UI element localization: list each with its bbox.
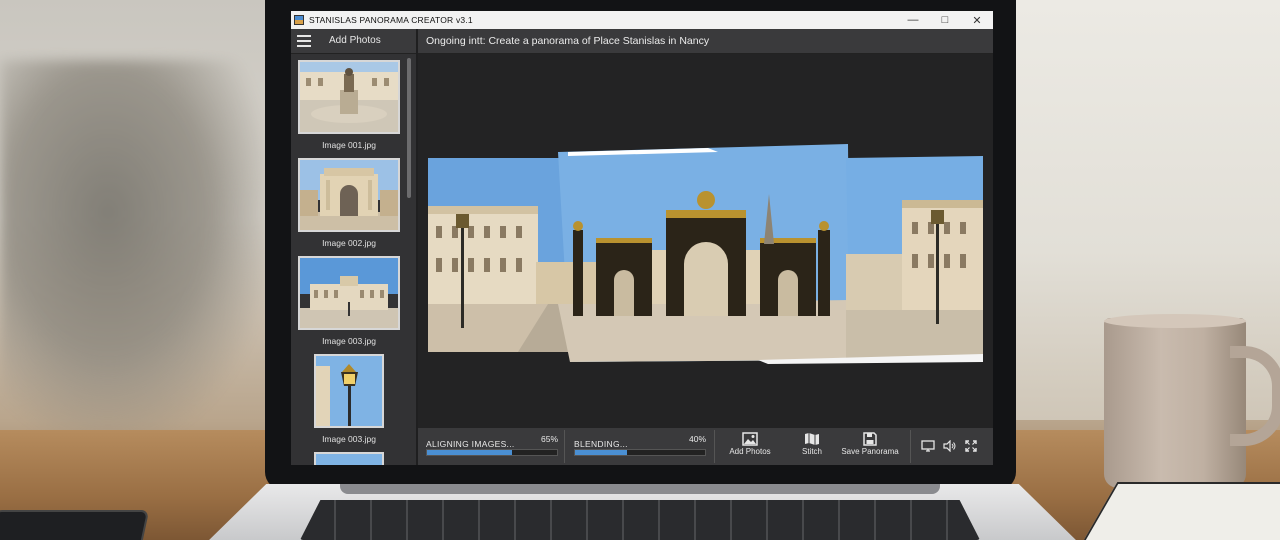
task-status-text: Ongoing intt: Create a panorama of Place…: [426, 35, 710, 47]
title-bar: STANISLAS PANORAMA CREATOR v3.1 — □ ✕: [291, 11, 993, 29]
add-photos-tab[interactable]: Add Photos: [329, 35, 381, 46]
panorama-preview[interactable]: [418, 54, 993, 428]
thumbnail-item[interactable]: Image 003.jpg: [298, 354, 400, 444]
map-icon: [805, 433, 819, 445]
stitch-label: Stitch: [801, 447, 822, 456]
save-panorama-button[interactable]: Save Panorama: [840, 432, 900, 456]
thumbnail-label: Image 001.jpg: [322, 140, 376, 150]
app-title: STANISLAS PANORAMA CREATOR v3.1: [309, 15, 473, 25]
thumbnail-item[interactable]: Image 003.jpg: [298, 256, 400, 346]
aligning-progress: ALIGNING IMAGES... 65%: [426, 434, 558, 456]
laptop-hinge: [340, 484, 940, 494]
close-icon[interactable]: ✕: [961, 11, 993, 29]
progress-fill: [427, 450, 512, 455]
thumbnail-item[interactable]: [298, 452, 400, 465]
save-panorama-label: Save Panorama: [841, 447, 899, 456]
hamburger-icon[interactable]: [297, 35, 311, 47]
add-photos-label: Add Photos: [729, 447, 771, 456]
blurred-background-left: [0, 60, 270, 440]
speaker-icon[interactable]: [943, 440, 957, 452]
photo-sidebar: Image 001.jpg Image 002.jpg Image 003.jp…: [291, 54, 416, 465]
app-window: STANISLAS PANORAMA CREATOR v3.1 — □ ✕ Ad…: [291, 11, 993, 465]
progress-percent: 65%: [540, 434, 558, 444]
coffee-mug: [1104, 318, 1246, 488]
stitch-button[interactable]: Stitch: [790, 432, 834, 456]
left-frame: [428, 158, 568, 352]
thumbnail-image[interactable]: [298, 158, 400, 232]
progress-track: [426, 449, 558, 456]
add-photos-button[interactable]: Add Photos: [723, 432, 777, 456]
thumbnail-label: Image 003.jpg: [322, 336, 376, 346]
thumbnail-label: Image 002.jpg: [322, 238, 376, 248]
window-controls: — □ ✕: [897, 11, 993, 29]
divider: [564, 430, 565, 463]
maximize-icon[interactable]: □: [929, 11, 961, 29]
thumbnail-label: Image 003.jpg: [322, 434, 376, 444]
panorama-canvas[interactable]: [418, 54, 993, 428]
bottom-status-bar: ALIGNING IMAGES... 65% BLENDING... 40% A…: [418, 428, 993, 465]
divider: [714, 430, 715, 463]
view-controls: [921, 440, 977, 452]
sidebar-scrollbar[interactable]: [407, 58, 411, 198]
monitor-icon[interactable]: [921, 440, 935, 452]
progress-fill: [575, 450, 627, 455]
mug-rim: [1104, 314, 1246, 328]
image-icon: [742, 432, 758, 446]
progress-percent: 40%: [688, 434, 706, 444]
thumbnail-image[interactable]: [314, 354, 384, 428]
divider: [910, 430, 911, 463]
thumbnail-image[interactable]: [298, 256, 400, 330]
app-logo-icon: [294, 15, 304, 25]
floppy-icon: [863, 432, 877, 446]
progress-label: ALIGNING IMAGES...: [426, 439, 515, 449]
top-toolbar: Add Photos Ongoing intt: Create a panora…: [291, 29, 993, 54]
blending-progress: BLENDING... 40%: [574, 434, 706, 456]
fullscreen-icon[interactable]: [965, 440, 977, 452]
progress-label: BLENDING...: [574, 439, 628, 449]
laptop-keyboard: [300, 500, 980, 540]
thumbnail-image[interactable]: [314, 452, 384, 465]
progress-track: [574, 449, 706, 456]
smartphone: [0, 510, 150, 540]
center-frame: [536, 144, 850, 362]
notebook: [1082, 482, 1280, 540]
mug-handle: [1230, 346, 1280, 446]
thumbnail-image[interactable]: [298, 60, 400, 134]
minimize-icon[interactable]: —: [897, 11, 929, 29]
thumbnail-item[interactable]: Image 002.jpg: [298, 158, 400, 248]
thumbnail-item[interactable]: Image 001.jpg: [298, 60, 400, 150]
